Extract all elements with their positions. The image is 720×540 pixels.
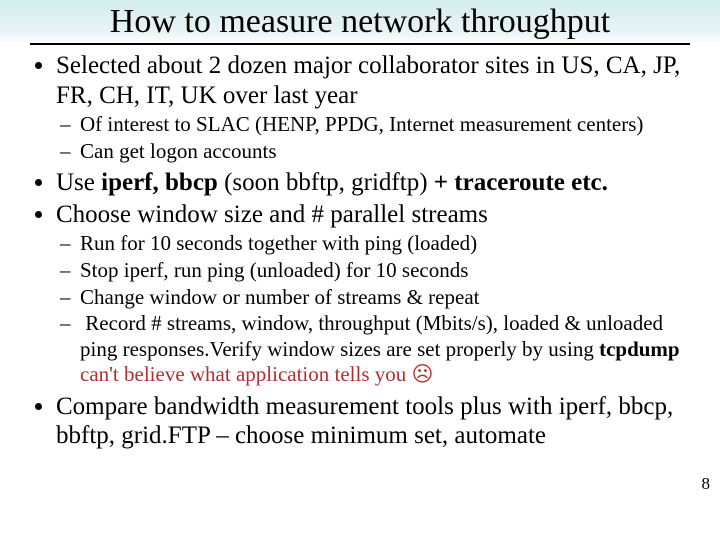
bullet-1-sublist: Of interest to SLAC (HENP, PPDG, Interne… — [56, 112, 700, 164]
bullet-3-sublist: Run for 10 seconds together with ping (l… — [56, 231, 700, 388]
bullet-3: Choose window size and # parallel stream… — [56, 200, 700, 388]
bullet-3-text: Choose window size and # parallel stream… — [56, 201, 488, 228]
bullet-3d-pre: Record # streams, window, throughput (Mb… — [80, 311, 663, 361]
bullet-3b: Stop iperf, run ping (unloaded) for 10 s… — [80, 258, 700, 284]
bullet-3c: Change window or number of streams & rep… — [80, 285, 700, 311]
bullet-3a: Run for 10 seconds together with ping (l… — [80, 231, 700, 257]
bullet-2-bold2: + traceroute etc. — [434, 169, 608, 196]
slide-title: How to measure network throughput — [30, 2, 690, 45]
bullet-list: Selected about 2 dozen major collaborato… — [20, 51, 700, 451]
bullet-3d: Record # streams, window, throughput (Mb… — [80, 311, 700, 388]
bullet-2: Use iperf, bbcp (soon bbftp, gridftp) + … — [56, 168, 700, 198]
bullet-1: Selected about 2 dozen major collaborato… — [56, 51, 700, 164]
page-number: 8 — [702, 474, 711, 494]
bullet-4: Compare bandwidth measurement tools plus… — [56, 392, 700, 451]
bullet-1b: Can get logon accounts — [80, 139, 700, 165]
bullet-1-text: Selected about 2 dozen major collaborato… — [56, 52, 680, 109]
bullet-2-mid: (soon bbftp, gridftp) — [218, 169, 434, 196]
bullet-3d-bold: tcpdump — [599, 337, 680, 361]
bullet-1a: Of interest to SLAC (HENP, PPDG, Interne… — [80, 112, 700, 138]
title-background: How to measure network throughput — [0, 0, 720, 45]
slide: How to measure network throughput Select… — [0, 0, 720, 540]
bullet-2-bold: iperf, bbcp — [101, 169, 218, 196]
bullet-2-pre: Use — [56, 169, 101, 196]
bullet-3d-warning: can't believe what application tells you… — [80, 362, 433, 386]
